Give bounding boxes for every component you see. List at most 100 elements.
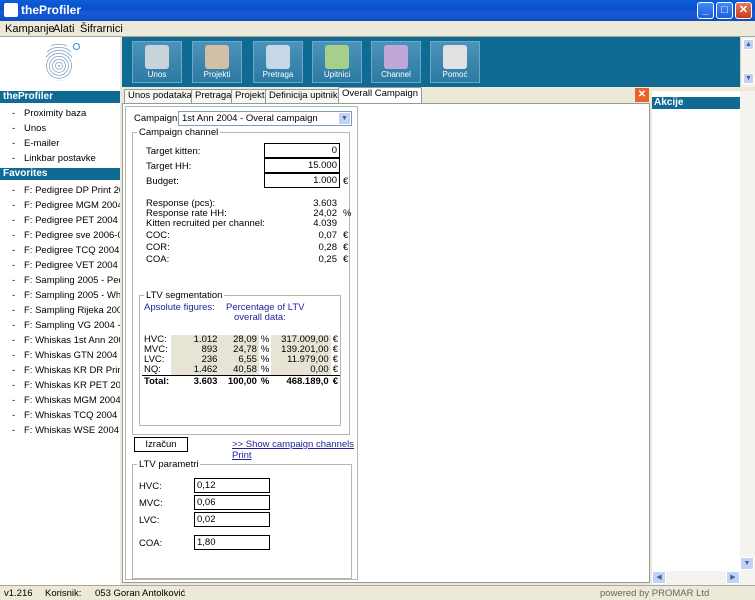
stat-unit: € — [343, 242, 349, 253]
favorite-item[interactable]: F: Pedigree PET 2004 — [0, 213, 120, 228]
menu-kampanje[interactable]: Kampanje — [5, 23, 55, 35]
param-input-mvc[interactable]: 0,06 — [194, 495, 270, 510]
param-label-coa: COA: — [139, 538, 163, 549]
show-campaign-channels-link[interactable]: >> Show campaign channels — [232, 439, 354, 450]
toolbar-unos-button[interactable]: Unos — [132, 41, 182, 83]
stat-label: COA: — [146, 254, 170, 265]
param-label-mvc: MVC: — [139, 498, 163, 509]
channel-chart-icon — [384, 45, 408, 69]
right-vertical-scrollbar[interactable]: ▼ — [740, 91, 755, 571]
menu-alati[interactable]: Alati — [53, 23, 74, 35]
campaign-channel-title: Campaign channel — [139, 127, 219, 138]
budget-unit: € — [343, 176, 349, 187]
favorite-item[interactable]: F: Sampling Rijeka 2004 - — [0, 303, 120, 318]
nav-item-emailer[interactable]: E-mailer — [0, 136, 120, 151]
segment-val-unit: € — [332, 364, 338, 375]
param-input-lvc[interactable]: 0,02 — [194, 512, 270, 527]
favorite-item[interactable]: F: Whiskas 1st Ann 2004 — [0, 333, 120, 348]
favorite-item[interactable]: F: Whiskas KR DR Print 20 — [0, 363, 120, 378]
ltv-segmentation-title: LTV segmentation — [146, 290, 223, 301]
ltv-segmentation-group: LTV segmentation Apsolute figures: Perce… — [139, 290, 341, 426]
favorite-item[interactable]: F: Pedigree DP Print 2004 — [0, 183, 120, 198]
toolbar: Unos Projekti Pretraga Upitnici Channel … — [122, 37, 740, 87]
tab-bar: Unos podataka Pretraga Projekti Definici… — [122, 87, 652, 103]
title-bar: theProfiler _ □ ✕ — [0, 0, 755, 21]
ltv-parameters-title: LTV parametri — [139, 459, 199, 470]
stat-unit: € — [343, 254, 349, 265]
ltv-parameters-group: LTV parametri HVC: 0,12 MVC: 0,06 LVC: 0… — [132, 459, 352, 579]
favorite-item[interactable]: F: Whiskas MGM 2004 — [0, 393, 120, 408]
favorite-item[interactable]: F: Whiskas GTN 2004 — [0, 348, 120, 363]
favorite-item[interactable]: F: Sampling 2005 - Pedigr — [0, 273, 120, 288]
panel-title: theProfiler — [0, 91, 120, 103]
scroll-left-icon[interactable]: ◀ — [652, 571, 666, 584]
nav-item-linkbar[interactable]: Linkbar postavke — [0, 151, 120, 166]
param-label-hvc: HVC: — [139, 481, 162, 492]
param-input-coa[interactable]: 1,80 — [194, 535, 270, 550]
segment-percentage: 40,58 — [219, 365, 259, 376]
param-input-hvc[interactable]: 0,12 — [194, 478, 270, 493]
favorite-item[interactable]: F: Whiskas WSE 2004 — [0, 423, 120, 438]
scroll-up-icon[interactable]: ▲ — [743, 39, 754, 50]
target-hh-input[interactable]: 15.000 — [264, 158, 340, 173]
nav-item-unos[interactable]: Unos — [0, 121, 120, 136]
favorite-item[interactable]: F: Pedigree MGM 2004 — [0, 198, 120, 213]
boxes-icon — [205, 45, 229, 69]
campaign-select[interactable]: 1st Ann 2004 - Overal campaign ▼ — [178, 111, 352, 126]
stat-value: 0,28 — [318, 242, 338, 253]
tab-definicija-upitnika[interactable]: Definicija upitnika — [265, 89, 347, 103]
tab-content: Campaign: 1st Ann 2004 - Overal campaign… — [122, 103, 650, 583]
tab-overall-campaign[interactable]: Overall Campaign — [338, 87, 423, 103]
minimize-button[interactable]: _ — [697, 2, 714, 19]
segment-pct-unit: % — [260, 364, 270, 375]
tab-pretraga[interactable]: Pretraga — [191, 89, 236, 103]
help-icon — [443, 45, 467, 69]
window-title: theProfiler — [21, 3, 82, 17]
menu-sifrarnici[interactable]: Šifrarnici — [80, 23, 123, 35]
logo-area — [0, 37, 120, 91]
favorites-list: F: Pedigree DP Print 2004 F: Pedigree MG… — [0, 180, 120, 438]
toolbar-projekti-button[interactable]: Projekti — [192, 41, 242, 83]
toolbar-channel-button[interactable]: Channel — [371, 41, 421, 83]
scroll-down-icon[interactable]: ▼ — [740, 557, 754, 570]
target-kitten-label: Target kitten: — [146, 146, 201, 157]
scroll-down-icon[interactable]: ▼ — [743, 73, 754, 84]
stat-value: 0,07 — [318, 230, 338, 241]
toolbar-scrollbar[interactable]: ▲ ▼ — [740, 37, 755, 87]
favorite-item[interactable]: F: Whiskas KR PET 2004 — [0, 378, 120, 393]
favorite-item[interactable]: F: Pedigree TCQ 2004 — [0, 243, 120, 258]
favorite-item[interactable]: F: Pedigree sve 2006-09 — [0, 228, 120, 243]
campaign-select-value: 1st Ann 2004 - Overal campaign — [182, 113, 318, 124]
app-icon — [4, 3, 18, 17]
chevron-down-icon[interactable]: ▼ — [338, 112, 351, 125]
close-tab-icon[interactable]: ✕ — [635, 88, 649, 102]
right-horizontal-scrollbar[interactable]: ◀ ▶ — [652, 571, 755, 585]
budget-input[interactable]: 1.000 — [264, 173, 340, 188]
maximize-button[interactable]: □ — [716, 2, 733, 19]
close-button[interactable]: ✕ — [735, 2, 752, 19]
total-val-unit: € — [330, 375, 340, 387]
favorite-item[interactable]: F: Sampling 2005 - Whiska — [0, 288, 120, 303]
toolbar-pretraga-button[interactable]: Pretraga — [253, 41, 303, 83]
favorite-item[interactable]: F: Whiskas TCQ 2004 — [0, 408, 120, 423]
menu-bar: Kampanje Alati Šifrarnici — [0, 21, 755, 37]
target-kitten-input[interactable]: 0 — [264, 143, 340, 158]
calculate-button[interactable]: Izračun — [134, 437, 188, 452]
user-name: 053 Goran Antolković — [95, 588, 186, 599]
left-panel: theProfiler Proximity baza Unos E-mailer… — [0, 91, 120, 585]
budget-label: Budget: — [146, 176, 179, 187]
nav-item-proximity[interactable]: Proximity baza — [0, 106, 120, 121]
magnifier-icon — [266, 45, 290, 69]
stat-label: Kitten recruited per channel: — [146, 218, 265, 229]
campaign-channel-group: Campaign channel Target kitten: 0 Target… — [132, 127, 351, 435]
tab-unos-podataka[interactable]: Unos podataka — [124, 89, 196, 103]
toolbar-upitnici-button[interactable]: Upitnici — [312, 41, 362, 83]
campaign-panel: Campaign: 1st Ann 2004 - Overal campaign… — [125, 106, 358, 580]
stat-label: COC: — [146, 230, 170, 241]
segment-value: 0,00 — [271, 365, 331, 376]
favorite-item[interactable]: F: Sampling VG 2004 - Wh — [0, 318, 120, 333]
scroll-right-icon[interactable]: ▶ — [726, 571, 740, 584]
favorite-item[interactable]: F: Pedigree VET 2004 — [0, 258, 120, 273]
toolbar-pomoc-button[interactable]: Pomoć — [430, 41, 480, 83]
percentage-header-line2: overall data: — [234, 312, 286, 323]
